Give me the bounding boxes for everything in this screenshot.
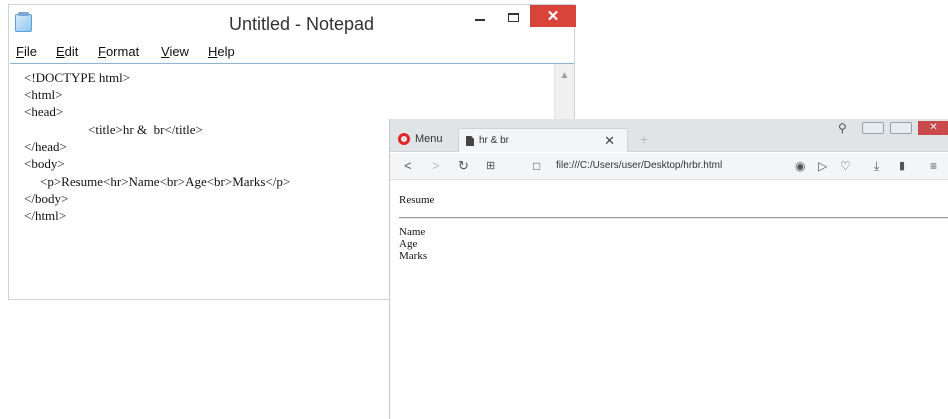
menu-label: Menu [415, 133, 443, 145]
back-icon[interactable]: < [404, 158, 412, 174]
page-line: Age [399, 238, 418, 250]
search-icon[interactable]: ⚲ [838, 121, 847, 135]
code-line: </head> [24, 139, 67, 154]
opera-menu-button[interactable]: Menu [398, 133, 443, 145]
menu-help[interactable]: Help [208, 44, 235, 59]
maximize-button[interactable] [890, 122, 912, 134]
code-line: <html> [24, 87, 63, 102]
code-line: </body> [24, 191, 69, 206]
browser-window: Menu hr & br ✕ + ⚲ ✕ < > ↻ ⊞ □ file:///C… [389, 119, 948, 419]
close-button[interactable]: ✕ [918, 121, 948, 135]
page-icon [466, 136, 474, 146]
code-line: <title>hr & br</title> [88, 122, 203, 137]
code-line: </html> [24, 208, 67, 223]
minimize-button[interactable] [465, 6, 495, 28]
code-line: <p>Resume<hr>Name<br>Age<br>Marks</p> [40, 174, 291, 189]
code-line: <head> [24, 104, 64, 119]
page-info-icon[interactable]: □ [533, 158, 540, 174]
minimize-button[interactable] [862, 122, 884, 134]
menu-icon[interactable]: ≡ [930, 158, 937, 174]
new-tab-button[interactable]: + [638, 132, 650, 146]
tab-strip: Menu hr & br ✕ + ⚲ ✕ [390, 119, 948, 152]
close-button[interactable]: ✕ [530, 5, 576, 27]
code-line: <!DOCTYPE html> [24, 70, 131, 85]
menu-file[interactable]: File [16, 44, 37, 59]
send-icon[interactable]: ▷ [818, 158, 827, 174]
tab-label: hr & br [479, 135, 510, 146]
reload-icon[interactable]: ↻ [458, 158, 469, 174]
heart-icon[interactable]: ♡ [840, 158, 851, 174]
menu-view[interactable]: View [161, 44, 189, 59]
menu-format[interactable]: Format [98, 44, 139, 59]
camera-icon[interactable]: ◉ [795, 158, 805, 174]
speed-dial-icon[interactable]: ⊞ [486, 158, 495, 174]
page-heading: Resume [399, 194, 435, 206]
menu-bar: File Edit Format View Help [9, 43, 574, 63]
maximize-icon [507, 12, 519, 22]
scroll-up-arrow-icon[interactable]: ▲ [555, 70, 574, 81]
opera-logo-icon [398, 133, 410, 145]
notepad-titlebar[interactable]: Untitled - Notepad ✕ [9, 5, 576, 40]
maximize-button[interactable] [498, 6, 528, 28]
forward-icon[interactable]: > [432, 158, 440, 174]
page-line: Name [399, 226, 426, 238]
address-bar[interactable]: file:///C:/Users/user/Desktop/hrbr.html [556, 160, 722, 171]
browser-tab[interactable]: hr & br ✕ [458, 128, 628, 152]
menu-edit[interactable]: Edit [56, 44, 78, 59]
page-content: Resume Name Age Marks [390, 181, 948, 419]
browser-toolbar: < > ↻ ⊞ □ file:///C:/Users/user/Desktop/… [390, 153, 948, 180]
tab-close-button[interactable]: ✕ [604, 133, 615, 149]
download-icon[interactable]: ⤓ [874, 158, 879, 174]
minimize-icon [475, 19, 485, 21]
battery-icon[interactable]: ▮ [899, 158, 905, 174]
code-line: <body> [24, 156, 65, 171]
page-line: Marks [399, 250, 428, 262]
horizontal-rule [399, 217, 948, 219]
